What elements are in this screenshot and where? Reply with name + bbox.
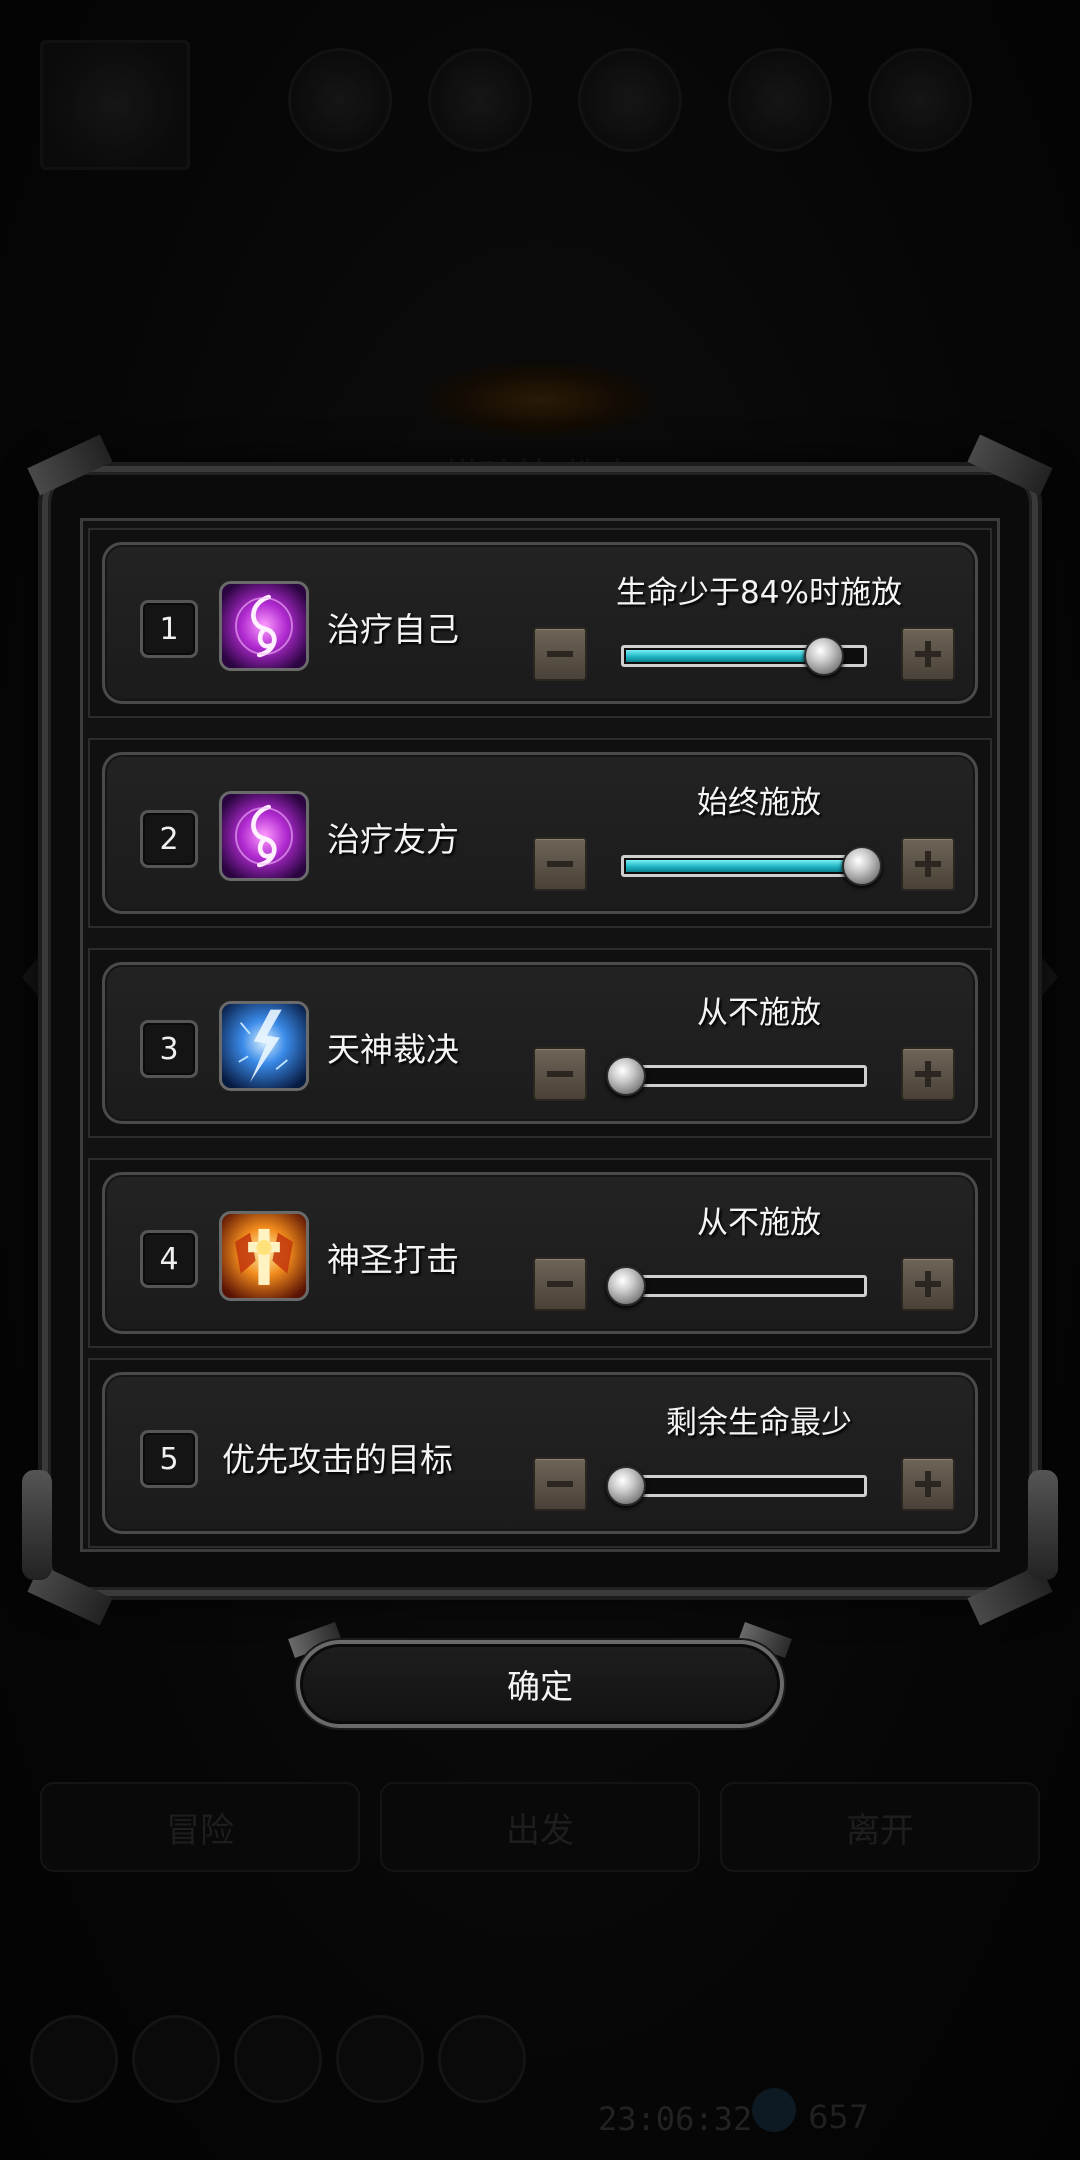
menu-icon: [728, 48, 832, 152]
cast-threshold-slider[interactable]: [621, 636, 867, 676]
target-priority-row: 5 优先攻击的目标 剩余生命最少: [88, 1358, 992, 1548]
priority-number: 5: [140, 1430, 198, 1488]
cast-threshold-slider[interactable]: [606, 1266, 867, 1306]
cast-condition-text: 从不施放: [697, 995, 821, 1031]
skill-name: 治疗自己: [327, 610, 459, 649]
bottom-menu-icon: [336, 2015, 424, 2103]
skill-row: 4 神圣打击 从不施放: [88, 1158, 992, 1348]
row-card: 4 神圣打击 从不施放: [102, 1172, 978, 1334]
priority-number: 3: [140, 1020, 198, 1078]
cast-condition-text: 从不施放: [697, 1205, 821, 1241]
menu-icon: [868, 48, 972, 152]
bottom-bar: 23:06:32 657: [0, 1990, 1080, 2160]
priority-number: 4: [140, 1230, 198, 1288]
priority-number: 1: [140, 600, 198, 658]
menu-icon: [578, 48, 682, 152]
skill-name: 天神裁决: [327, 1030, 459, 1069]
left-arrow-icon: [22, 955, 40, 999]
slider-knob[interactable]: [606, 1466, 646, 1506]
frame-ornament: [22, 1470, 52, 1580]
increase-button[interactable]: [901, 1257, 955, 1311]
minus-icon: [547, 861, 573, 867]
cast-condition-text: 始终施放: [697, 785, 821, 821]
minus-icon: [547, 1071, 573, 1077]
heal-ally-icon: [219, 791, 309, 881]
gem-icon: [752, 2088, 796, 2132]
lightning-icon: [219, 1001, 309, 1091]
currency-count: 657: [808, 2098, 870, 2136]
slider-knob[interactable]: [842, 846, 882, 886]
increase-button[interactable]: [901, 1047, 955, 1101]
confirm-button[interactable]: 确定: [296, 1640, 784, 1728]
slider-knob[interactable]: [606, 1056, 646, 1096]
clock: 23:06:32: [598, 2100, 753, 2138]
right-arrow-icon: [1040, 955, 1058, 999]
plus-icon: [915, 641, 941, 667]
frame-ornament: [1028, 1470, 1058, 1580]
plus-icon: [915, 1471, 941, 1497]
heal-self-icon: [219, 581, 309, 671]
emblem-icon: [420, 360, 660, 440]
decrease-button[interactable]: [533, 627, 587, 681]
skill-name: 神圣打击: [327, 1240, 459, 1279]
bottom-menu-icon: [132, 2015, 220, 2103]
minus-icon: [547, 1281, 573, 1287]
bottom-menu-icon: [234, 2015, 322, 2103]
target-rule-slider[interactable]: [606, 1466, 867, 1506]
decrease-button[interactable]: [533, 1257, 587, 1311]
target-priority-label: 优先攻击的目标: [222, 1440, 453, 1479]
minus-icon: [547, 1481, 573, 1487]
decrease-button[interactable]: [533, 837, 587, 891]
plus-icon: [915, 851, 941, 877]
minus-icon: [547, 651, 573, 657]
menu-icon: [428, 48, 532, 152]
row-card: 1 治疗自己 生命少于84%时施放: [102, 542, 978, 704]
tab-adventure: 冒险: [40, 1782, 360, 1872]
menu-icon: [288, 48, 392, 152]
slider-fill: [626, 860, 862, 872]
skill-row: 1 治疗自己 生命少于84%时施放: [88, 528, 992, 718]
slider-knob[interactable]: [804, 636, 845, 676]
tab-leave: 离开: [720, 1782, 1040, 1872]
row-card: 5 优先攻击的目标 剩余生命最少: [102, 1372, 978, 1534]
decrease-button[interactable]: [533, 1457, 587, 1511]
cast-threshold-slider[interactable]: [621, 846, 882, 886]
slider-knob[interactable]: [606, 1266, 646, 1306]
priority-number: 2: [140, 810, 198, 868]
bottom-menu-icon: [30, 2015, 118, 2103]
slider-fill: [626, 650, 825, 662]
row-card: 3 天神裁决 从不施放: [102, 962, 978, 1124]
bottom-menu-icon: [438, 2015, 526, 2103]
increase-button[interactable]: [901, 627, 955, 681]
cast-condition-text: 生命少于84%时施放: [616, 575, 902, 611]
skill-row: 3 天神裁决 从不施放: [88, 948, 992, 1138]
target-rule-text: 剩余生命最少: [666, 1405, 852, 1441]
background-tabs: 冒险 出发 离开: [40, 1782, 1040, 1872]
skill-row: 2 治疗友方 始终施放: [88, 738, 992, 928]
map-icon: [40, 40, 190, 170]
cast-threshold-slider[interactable]: [606, 1056, 867, 1096]
decrease-button[interactable]: [533, 1047, 587, 1101]
skill-name: 治疗友方: [327, 820, 459, 859]
row-card: 2 治疗友方 始终施放: [102, 752, 978, 914]
top-menu: [40, 40, 1040, 170]
increase-button[interactable]: [901, 837, 955, 891]
holy-strike-icon: [219, 1211, 309, 1301]
increase-button[interactable]: [901, 1457, 955, 1511]
plus-icon: [915, 1061, 941, 1087]
plus-icon: [915, 1271, 941, 1297]
tab-depart: 出发: [380, 1782, 700, 1872]
